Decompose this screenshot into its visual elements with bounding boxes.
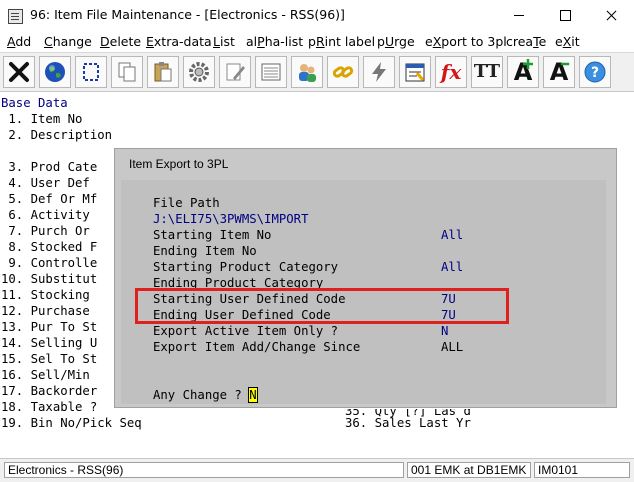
field-line: 19. Bin No/Pick Seq: [1, 416, 142, 430]
field-line: 9. Controlle: [1, 256, 98, 270]
starting-product-category-label: Starting Product Category: [153, 260, 339, 274]
field-line: 10. Substitut: [1, 272, 98, 286]
field-line: 16. Sell/Min: [1, 368, 98, 382]
field-line: 4. User Def: [1, 176, 98, 190]
svg-text:?: ?: [591, 65, 599, 81]
field-line: 13. Pur To St: [1, 320, 98, 334]
maximize-button[interactable]: [542, 0, 588, 31]
section-header: Base Data: [1, 96, 68, 110]
menu-add[interactable]: Add: [7, 34, 31, 49]
menu-change[interactable]: Change: [44, 34, 92, 49]
any-change-prompt: Any Change ? N: [153, 387, 258, 403]
export-active-item-label: Export Active Item Only ?: [153, 324, 339, 338]
font-increase-icon[interactable]: A: [507, 56, 539, 88]
function-icon[interactable]: fx: [435, 56, 467, 88]
field-line: 3. Prod Cate: [1, 160, 98, 174]
export-add-change-since-value[interactable]: ALL: [441, 340, 463, 354]
starting-item-no-value[interactable]: All: [441, 228, 463, 242]
file-path-label: File Path: [153, 196, 220, 210]
close-window-button[interactable]: [588, 0, 634, 31]
settings-gear-icon[interactable]: [183, 56, 215, 88]
lightning-icon[interactable]: [363, 56, 395, 88]
file-path-value[interactable]: J:\ELI75\3PWMS\IMPORT: [153, 212, 308, 226]
select-icon[interactable]: [75, 56, 107, 88]
minimize-button[interactable]: [496, 0, 542, 31]
close-icon[interactable]: [3, 56, 35, 88]
menu-print-label[interactable]: pRint label: [308, 34, 375, 49]
help-icon[interactable]: ?: [579, 56, 611, 88]
users-icon[interactable]: [291, 56, 323, 88]
menu-exit[interactable]: eXit: [555, 34, 580, 49]
field-line: 1. Item No: [1, 112, 83, 126]
title-bar: 96: Item File Maintenance - [Electronics…: [0, 0, 634, 31]
paste-icon[interactable]: [147, 56, 179, 88]
menu-alpha-list[interactable]: alPha-list: [246, 34, 303, 49]
status-program: IM0101: [534, 462, 630, 478]
app-icon[interactable]: [8, 9, 23, 24]
list-icon[interactable]: [255, 56, 287, 88]
field-line: 17. Backorder: [1, 384, 98, 398]
status-bar: Electronics - RSS(96) 001 EMK at DB1EMK …: [0, 458, 634, 482]
field-line: 18. Taxable ?: [1, 400, 98, 414]
field-line: 5. Def Or Mf: [1, 192, 98, 206]
ending-item-no-label: Ending Item No: [153, 244, 257, 258]
export-dialog: Item Export to 3PL File Path J:\ELI75\3P…: [114, 148, 617, 408]
toolbar: fx TT A A ?: [0, 52, 634, 92]
starting-item-no-label: Starting Item No: [153, 228, 272, 242]
field-line: 12. Purchase: [1, 304, 98, 318]
field-line: 6. Activity: [1, 208, 98, 222]
text-style-icon[interactable]: TT: [471, 56, 503, 88]
any-change-label: Any Change ?: [153, 388, 242, 402]
menu-export-3pl[interactable]: eXport to 3pl: [425, 34, 507, 49]
highlight-box: [135, 288, 509, 324]
menu-bar: Add Change Delete Extra-data List alPha-…: [0, 31, 634, 51]
field-line: 14. Selling U: [1, 336, 98, 350]
status-user: 001 EMK at DB1EMK: [407, 462, 531, 478]
globe-icon[interactable]: [39, 56, 71, 88]
any-change-input[interactable]: N: [248, 387, 258, 403]
edit-icon[interactable]: [219, 56, 251, 88]
menu-extra-data[interactable]: Extra-data: [146, 34, 212, 49]
window-title: 96: Item File Maintenance - [Electronics…: [30, 7, 345, 22]
link-icon[interactable]: [327, 56, 359, 88]
menu-delete[interactable]: Delete: [100, 34, 141, 49]
field-line: 8. Stocked F: [1, 240, 98, 254]
menu-purge[interactable]: pUrge: [377, 34, 415, 49]
font-decrease-icon[interactable]: A: [543, 56, 575, 88]
field-line: 11. Stocking: [1, 288, 98, 302]
menu-list[interactable]: List: [213, 34, 235, 49]
menu-create[interactable]: creaTe: [506, 34, 546, 49]
calendar-icon[interactable]: [399, 56, 431, 88]
dialog-title: Item Export to 3PL: [129, 157, 229, 171]
export-add-change-since-label: Export Item Add/Change Since: [153, 340, 361, 354]
status-company: Electronics - RSS(96): [4, 462, 404, 478]
field-line: 15. Sel To St: [1, 352, 98, 366]
export-active-item-value[interactable]: N: [441, 324, 448, 338]
field-line: 2. Description: [1, 128, 113, 142]
field-line: 7. Purch Or: [1, 224, 98, 238]
copy-icon[interactable]: [111, 56, 143, 88]
field-line: 36. Sales Last Yr: [345, 416, 471, 430]
starting-product-category-value[interactable]: All: [441, 260, 463, 274]
